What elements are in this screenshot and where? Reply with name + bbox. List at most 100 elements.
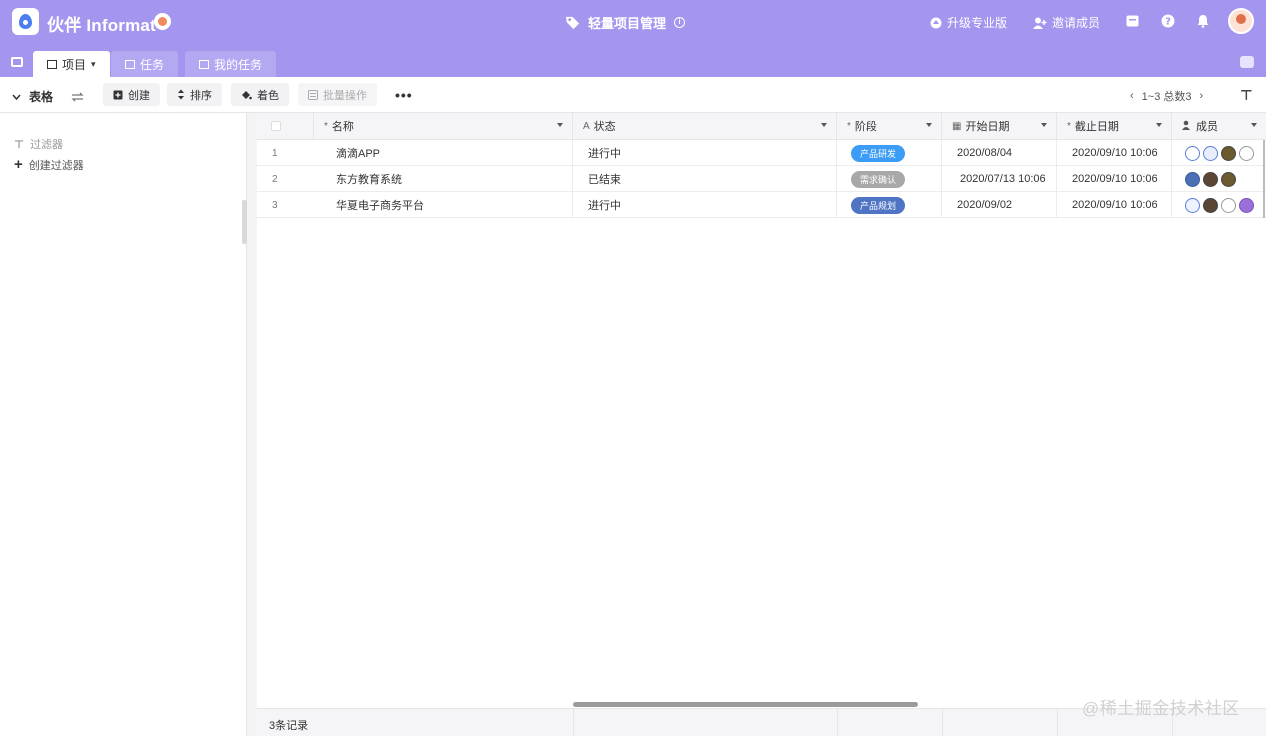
table-row[interactable]: 3 华夏电子商务平台 进行中 产品规划 2020/09/02 2020/09/1… — [257, 192, 1266, 218]
text-field-icon: A — [583, 120, 590, 132]
watermark: @稀土掘金技术社区 — [1082, 699, 1240, 718]
table-icon — [199, 59, 209, 69]
cell-end-date[interactable]: 2020/09/10 10:06 — [1057, 166, 1172, 192]
column-header-start-date[interactable]: ▦ 开始日期 — [942, 113, 1057, 140]
column-menu-icon[interactable] — [821, 123, 827, 127]
column-header-end-date[interactable]: * 截止日期 — [1057, 113, 1172, 140]
column-menu-icon[interactable] — [557, 123, 563, 127]
column-menu-icon[interactable] — [1156, 123, 1162, 127]
prev-page-icon[interactable]: ‹ — [1130, 90, 1134, 102]
cell-status[interactable]: 进行中 — [573, 192, 837, 218]
table-row[interactable]: 1 滴滴APP 进行中 产品研发 2020/08/04 2020/09/10 1… — [257, 140, 1266, 166]
row-number: 2 — [272, 173, 278, 185]
stage-badge: 需求确认 — [851, 170, 906, 188]
info-icon[interactable]: i — [674, 17, 686, 28]
cell-members[interactable] — [1172, 140, 1266, 166]
invite-label: 邀请成员 — [1052, 16, 1101, 30]
member-avatars — [1185, 145, 1254, 161]
cell-end-date[interactable]: 2020/09/10 10:06 — [1057, 192, 1172, 218]
cell-name[interactable]: 华夏电子商务平台 — [314, 192, 573, 218]
tab-settings-icon[interactable] — [1240, 56, 1254, 68]
table-icon — [47, 59, 57, 69]
batch-label: 批量操作 — [323, 89, 367, 102]
cell-status[interactable]: 已结束 — [573, 166, 837, 192]
menu-toggle-icon[interactable] — [11, 57, 23, 67]
add-user-icon — [1033, 17, 1047, 29]
avatar — [1221, 197, 1236, 213]
select-all-checkbox[interactable] — [271, 121, 281, 131]
cell-status[interactable]: 进行中 — [573, 140, 837, 166]
column-name-label: 名称 — [331, 121, 354, 133]
column-header-name[interactable]: * 名称 — [314, 113, 573, 140]
cell-start-date[interactable]: 2020/09/02 — [942, 192, 1057, 218]
stage-badge: 产品研发 — [851, 144, 906, 162]
row-number: 1 — [272, 147, 278, 159]
create-button[interactable]: 创建 — [103, 83, 160, 106]
bell-icon[interactable] — [1195, 13, 1210, 28]
cell-name[interactable]: 东方教育系统 — [314, 166, 573, 192]
column-members-label: 成员 — [1196, 121, 1218, 133]
avatar — [1185, 171, 1200, 187]
sort-label: 排序 — [190, 89, 212, 102]
column-header-stage[interactable]: * 阶段 — [837, 113, 942, 140]
help-icon[interactable]: ? — [1160, 13, 1175, 28]
column-status-label: 状态 — [593, 121, 616, 133]
tab-tasks[interactable]: 任务 — [111, 51, 179, 77]
column-menu-icon[interactable] — [926, 123, 932, 127]
chevron-down-icon: ▾ — [91, 58, 96, 69]
cell-stage[interactable]: 需求确认 — [837, 166, 942, 192]
table-row[interactable]: 2 东方教育系统 已结束 需求确认 2020/07/13 10:06 2020/… — [257, 166, 1266, 192]
invite-member-button[interactable]: 邀请成员 — [1033, 14, 1100, 31]
message-icon[interactable] — [1125, 13, 1140, 28]
create-label: 创建 — [128, 89, 150, 102]
cell-stage[interactable]: 产品研发 — [837, 140, 942, 166]
column-header-status[interactable]: A 状态 — [573, 113, 837, 140]
cell-stage[interactable]: 产品规划 — [837, 192, 942, 218]
app-logo[interactable] — [12, 8, 39, 35]
app-title-text: 轻量项目管理 — [588, 16, 667, 31]
palette-icon[interactable] — [154, 13, 171, 30]
tab-my-tasks[interactable]: 我的任务 — [185, 51, 277, 77]
next-page-icon[interactable]: › — [1200, 90, 1204, 102]
sort-button[interactable]: 排序 — [167, 83, 222, 106]
view-selector[interactable]: 表格 — [12, 88, 84, 105]
column-start-label: 开始日期 — [965, 121, 1010, 133]
app-title[interactable]: 轻量项目管理 i — [565, 13, 686, 32]
data-grid: * 名称 A 状态 * 阶段 ▦ 开始日期 * 截止日期 成员 1 滴滴APP … — [257, 113, 1266, 736]
column-header-members[interactable]: 成员 — [1172, 113, 1266, 140]
column-end-label: 截止日期 — [1074, 121, 1119, 133]
vertical-scrollbar[interactable] — [1263, 140, 1265, 218]
switch-view-icon[interactable] — [71, 92, 84, 102]
cell-members[interactable] — [1172, 192, 1266, 218]
tab-projects[interactable]: 项目 ▾ — [33, 51, 110, 77]
member-avatars — [1185, 171, 1236, 187]
add-filter-button[interactable]: + 创建过滤器 — [14, 156, 84, 173]
more-icon[interactable]: ••• — [395, 87, 413, 103]
sort-icon — [178, 89, 184, 100]
horizontal-scrollbar[interactable] — [573, 702, 918, 707]
upgrade-button[interactable]: 升级专业版 — [930, 14, 1007, 31]
color-label: 着色 — [257, 89, 279, 102]
color-button[interactable]: 着色 — [231, 83, 289, 106]
view-toolbar: 表格 创建 排序 着色 批量操作 ••• ‹ 1~3 总数3 › ⊤ — [0, 77, 1266, 113]
batch-operation-button[interactable]: 批量操作 — [298, 83, 377, 106]
calendar-icon: ▦ — [952, 120, 962, 132]
column-menu-icon[interactable] — [1041, 123, 1047, 127]
column-menu-icon[interactable] — [1251, 123, 1257, 127]
brand-name: 伙伴 Informat — [47, 16, 156, 35]
user-avatar[interactable] — [1228, 8, 1254, 34]
cell-start-date[interactable]: 2020/07/13 10:06 — [942, 166, 1057, 192]
create-icon — [113, 90, 123, 99]
cell-members[interactable] — [1172, 166, 1266, 192]
filter-sidebar: ⊤ 过滤器 + 创建过滤器 — [0, 113, 247, 736]
filter-header: ⊤ 过滤器 — [14, 136, 63, 152]
tab-my-tasks-label: 我的任务 — [214, 57, 263, 72]
cell-start-date[interactable]: 2020/08/04 — [942, 140, 1057, 166]
tab-projects-label: 项目 — [62, 57, 87, 72]
tab-tasks-label: 任务 — [140, 57, 165, 72]
filter-icon[interactable]: ⊤ — [1240, 87, 1253, 104]
required-icon: * — [1067, 120, 1071, 132]
filter-funnel-icon: ⊤ — [14, 138, 25, 151]
cell-name[interactable]: 滴滴APP — [314, 140, 573, 166]
cell-end-date[interactable]: 2020/09/10 10:06 — [1057, 140, 1172, 166]
